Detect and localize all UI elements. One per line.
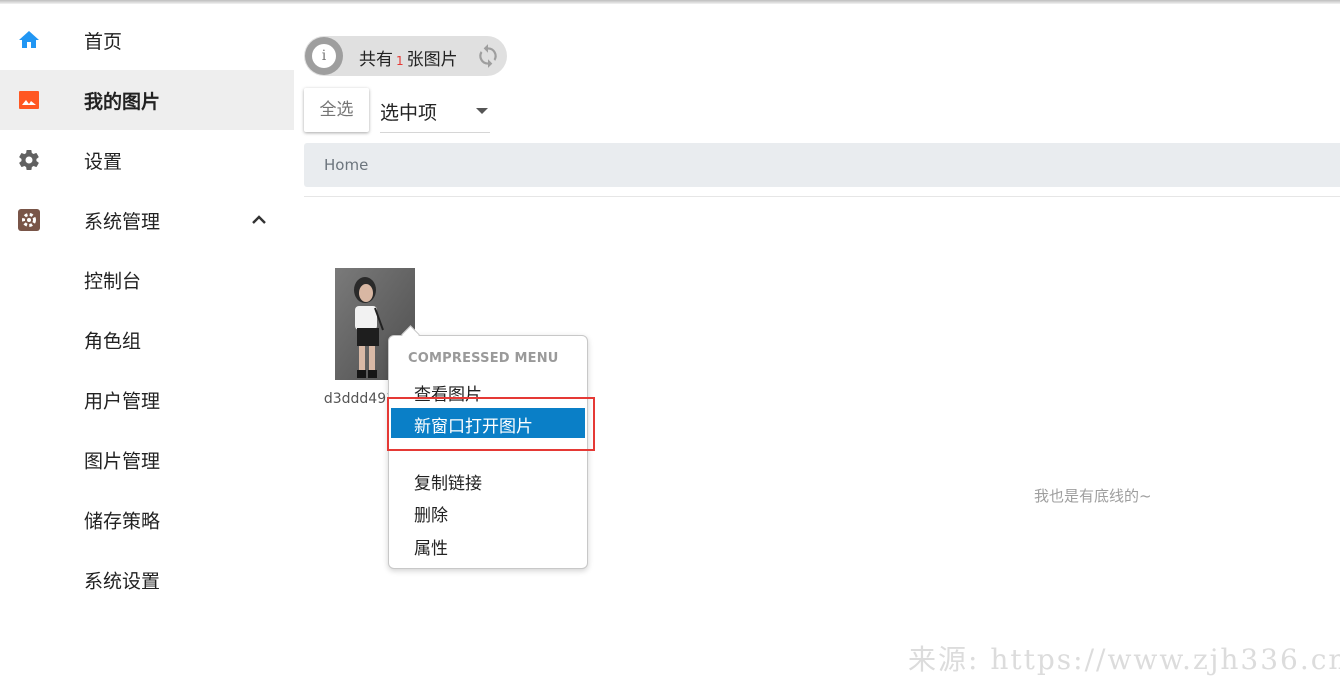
caret-down-icon (476, 108, 488, 114)
refresh-icon[interactable] (475, 43, 501, 69)
sidebar-item-label: 首页 (84, 30, 123, 53)
menu-item-delete[interactable]: 删除 (389, 497, 587, 527)
context-menu: COMPRESSED MENU 查看图片 新窗口打开图片 复制链接 删除 属性 (388, 335, 588, 569)
sidebar-item-label: 系统管理 (84, 210, 161, 233)
sidebar-subitem-label: 储存策略 (84, 510, 161, 533)
sidebar-item-label: 设置 (84, 150, 123, 173)
sidebar-subitem-label: 控制台 (84, 270, 142, 293)
sidebar-subitem-label: 角色组 (84, 330, 142, 353)
sidebar-item-settings[interactable]: 设置 (0, 130, 294, 190)
menu-item-label: 删除 (414, 506, 448, 526)
sidebar-item-my-images[interactable]: 我的图片 (0, 70, 294, 130)
sidebar-subitem-roles[interactable]: 角色组 (0, 310, 294, 370)
divider (304, 196, 1340, 197)
sidebar: 首页 我的图片 设置 系统管理 控制台 角色组 用户管理 图片管理 储存策略 系… (0, 10, 294, 610)
breadcrumb-home[interactable]: Home (324, 156, 368, 174)
sidebar-subitem-storage[interactable]: 储存策略 (0, 490, 294, 550)
menu-item-properties[interactable]: 属性 (389, 530, 587, 560)
image-count-chip: i 共有 1 张图片 (304, 36, 507, 76)
gear-icon (17, 148, 41, 172)
sidebar-subitem-console[interactable]: 控制台 (0, 250, 294, 310)
sidebar-subitem-label: 图片管理 (84, 450, 161, 473)
image-count: 1 (396, 54, 404, 68)
count-suffix: 张图片 (406, 50, 458, 70)
sidebar-subitem-system-settings[interactable]: 系统设置 (0, 550, 294, 610)
annotation-highlight (387, 397, 595, 451)
sidebar-item-home[interactable]: 首页 (0, 10, 294, 70)
top-shadow (0, 0, 1340, 4)
select-all-button[interactable]: 全选 (304, 88, 369, 132)
menu-item-label: 复制链接 (414, 474, 482, 494)
home-icon (17, 28, 41, 52)
sidebar-subitem-label: 系统设置 (84, 570, 161, 593)
sidebar-subitem-label: 用户管理 (84, 390, 161, 413)
watermark-text: 来源: https://www.zjh336.cn (908, 643, 1340, 676)
admin-gear-icon (17, 208, 41, 232)
image-icon (17, 88, 41, 112)
image-count-text: 共有 1 张图片 (359, 45, 458, 70)
menu-item-copy-link[interactable]: 复制链接 (389, 465, 587, 495)
breadcrumb: Home (304, 143, 1340, 187)
sidebar-subitem-image-admin[interactable]: 图片管理 (0, 430, 294, 490)
chevron-up-icon[interactable] (247, 208, 271, 232)
end-of-list-note: 我也是有底线的~ (1034, 487, 1152, 505)
context-menu-title: COMPRESSED MENU (408, 351, 559, 366)
info-icon: i (305, 37, 343, 75)
selection-dropdown[interactable]: 选中项 (380, 90, 490, 133)
menu-item-label: 属性 (414, 539, 448, 559)
count-prefix: 共有 (359, 50, 393, 70)
sidebar-subitem-users[interactable]: 用户管理 (0, 370, 294, 430)
sidebar-item-system-admin[interactable]: 系统管理 (0, 190, 294, 250)
sidebar-item-label: 我的图片 (84, 90, 161, 113)
dropdown-value: 选中项 (380, 102, 438, 124)
